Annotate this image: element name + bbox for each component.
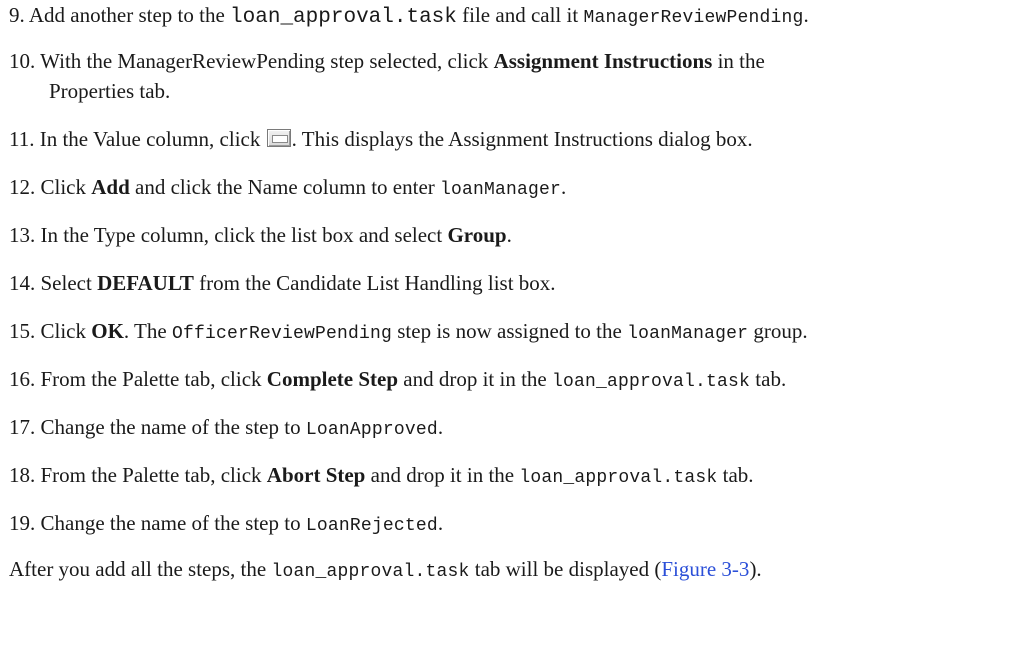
- step-text: tab.: [750, 367, 787, 391]
- step-number: 19.: [9, 511, 36, 535]
- step-text: Click: [40, 319, 92, 343]
- step-text: and click the Name column to enter: [129, 175, 441, 199]
- step-text: .: [437, 415, 444, 439]
- step-text: tab.: [717, 463, 754, 487]
- step-text: . This displays the Assignment Instructi…: [291, 127, 753, 151]
- ui-label-bold: Assignment Instructions: [493, 49, 713, 73]
- step-text: file and call it: [456, 3, 584, 27]
- step-text: and drop it in the: [398, 367, 552, 391]
- step-18: 18. From the Palette tab, click Abort St…: [9, 460, 1029, 493]
- step-number: 9.: [9, 3, 25, 27]
- step-text: In the Value column, click: [39, 127, 266, 151]
- paragraph-text: tab will be displayed (: [469, 557, 662, 581]
- step-number: 10.: [9, 49, 36, 73]
- code-step-name: OfficerReviewPending: [171, 324, 392, 344]
- step-number: 11.: [9, 127, 35, 151]
- step-text: Add another step to the: [28, 3, 231, 27]
- code-file-name: loan_approval.task: [230, 6, 457, 29]
- step-number: 17.: [9, 415, 36, 439]
- step-text: in the: [712, 49, 765, 73]
- step-13: 13. In the Type column, click the list b…: [9, 220, 1029, 250]
- code-group-name: loanManager: [440, 180, 562, 200]
- step-number: 15.: [9, 319, 36, 343]
- code-file-name: loan_approval.task: [271, 562, 470, 582]
- code-step-name: ManagerReviewPending: [583, 8, 804, 28]
- paragraph-text: After you add all the steps, the: [9, 557, 272, 581]
- step-text: . The: [123, 319, 172, 343]
- code-file-name: loan_approval.task: [552, 372, 751, 392]
- ui-label-bold: DEFAULT: [97, 271, 194, 295]
- paragraph-text: ).: [749, 557, 762, 581]
- step-text: .: [561, 175, 567, 199]
- code-step-name: LoanApproved: [305, 420, 438, 440]
- step-text-continued: Properties tab.: [49, 79, 171, 103]
- step-text: step is now assigned to the: [392, 319, 628, 343]
- step-15: 15. Click OK. The OfficerReviewPending s…: [9, 316, 1029, 349]
- step-text: From the Palette tab, click: [40, 463, 267, 487]
- ui-label-bold: OK: [91, 319, 124, 343]
- step-text: group.: [748, 319, 808, 343]
- step-14: 14. Select DEFAULT from the Candidate Li…: [9, 268, 1029, 298]
- step-number: 12.: [9, 175, 36, 199]
- figure-link[interactable]: Figure 3-3: [661, 557, 749, 581]
- step-11: 11. In the Value column, click . This di…: [9, 124, 1029, 154]
- code-group-name: loanManager: [627, 324, 749, 344]
- step-19: 19. Change the name of the step to LoanR…: [9, 508, 1029, 541]
- step-16: 16. From the Palette tab, click Complete…: [9, 364, 1029, 397]
- closing-paragraph: After you add all the steps, the loan_ap…: [9, 554, 1029, 587]
- ui-label-bold: Abort Step: [266, 463, 366, 487]
- step-17: 17. Change the name of the step to LoanA…: [9, 412, 1029, 445]
- ui-label-bold: Add: [91, 175, 130, 199]
- step-text: Change the name of the step to: [40, 511, 306, 535]
- step-number: 18.: [9, 463, 36, 487]
- ui-label-bold: Complete Step: [266, 367, 399, 391]
- step-text: Change the name of the step to: [40, 415, 306, 439]
- step-text: and drop it in the: [365, 463, 520, 487]
- step-9: 9. Add another step to the loan_approval…: [9, 0, 1029, 33]
- step-number: 14.: [9, 271, 36, 295]
- step-text: .: [506, 223, 512, 247]
- step-text: From the Palette tab, click: [40, 367, 267, 391]
- step-text: With the ManagerReviewPending step selec…: [40, 49, 494, 73]
- step-text: Click: [40, 175, 92, 199]
- step-text: .: [437, 511, 444, 535]
- document-page: 9. Add another step to the loan_approval…: [0, 0, 1036, 651]
- step-10: 10. With the ManagerReviewPending step s…: [9, 46, 1029, 106]
- step-12: 12. Click Add and click the Name column …: [9, 172, 1029, 205]
- step-text: Select: [40, 271, 98, 295]
- code-file-name: loan_approval.task: [519, 468, 718, 488]
- ui-label-bold: Group: [447, 223, 507, 247]
- step-text: .: [803, 3, 809, 27]
- code-step-name: LoanRejected: [305, 516, 438, 536]
- step-number: 16.: [9, 367, 36, 391]
- step-number: 13.: [9, 223, 36, 247]
- ellipsis-button-icon: [266, 129, 291, 147]
- step-text: from the Candidate List Handling list bo…: [193, 271, 556, 295]
- step-text: In the Type column, click the list box a…: [40, 223, 448, 247]
